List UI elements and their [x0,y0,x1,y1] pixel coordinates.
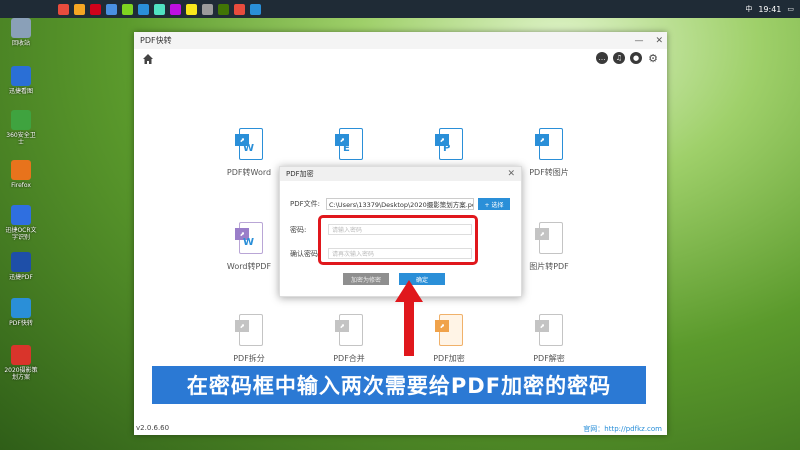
pdf-document-icon: ⬈ [535,128,563,162]
dialog-title: PDF加密 [286,170,314,178]
toolbar: … ♫ ● ⚙ [134,49,667,69]
ime-indicator[interactable]: 中 [745,4,752,14]
tool-tile[interactable]: ⬈ PDF解密 [514,314,584,364]
desktop-icon[interactable]: Firefox [4,160,38,189]
tool-tile[interactable]: ⬈ PDF转图片 [514,128,584,178]
desktop-icon[interactable]: 迅捷PDF [4,252,38,281]
tool-tile[interactable]: ⬈ PDF拆分 [214,314,284,364]
app-icon[interactable] [90,3,101,15]
desktop-icon-label: 2020摄影策划方案 [4,367,38,381]
app-icon[interactable] [250,3,261,15]
desktop-app-icon [11,110,31,130]
desktop-icon-label: 迅捷PDF [9,274,33,281]
pdf-document-icon: ⬈ [435,314,463,348]
desktop-icon-label: 迅捷看图 [8,88,33,95]
app-icon[interactable] [122,3,133,15]
app-icon[interactable] [74,3,85,15]
tool-tile[interactable]: ⬈ PDF合并 [314,314,384,364]
close-button[interactable]: ✕ [655,36,663,46]
desktop-icon-label: PDF快转 [9,320,33,327]
tool-tile[interactable]: ⬈ P [414,128,484,167]
tool-tile[interactable]: ⬈ 图片转PDF [514,222,584,272]
pdf-document-icon: ⬈ P [435,128,463,162]
dialog-title-bar: PDF加密 ✕ [280,167,521,181]
desktop-app-icon [11,345,31,365]
app-icon[interactable] [154,3,165,15]
app-icon[interactable] [58,3,69,15]
tile-letter: W [243,237,255,248]
gear-icon[interactable]: ⚙ [647,52,659,65]
taskbar: 中 19:41 ▭ [0,0,800,18]
desktop-app-icon [11,205,31,225]
file-label: PDF文件: [290,200,320,208]
desktop-icon[interactable]: 迅捷OCR文字识别 [4,205,38,241]
app-icon[interactable] [234,3,245,15]
tool-tile[interactable]: ⬈ E [314,128,384,167]
user-icon[interactable]: ● [630,52,642,64]
desktop-icon[interactable]: 360安全卫士 [4,110,38,146]
tool-tile[interactable]: ⬈ W Word转PDF [214,222,284,272]
chat-icon[interactable]: … [596,52,608,64]
pdf-document-icon: ⬈ W [235,128,263,162]
headset-icon[interactable]: ♫ [613,52,625,64]
desktop-icon-label: 迅捷OCR文字识别 [5,227,37,241]
tool-tile[interactable]: ⬈ W PDF转Word [214,128,284,178]
desktop-icon-label: Firefox [11,182,31,189]
secondary-button[interactable]: 加密为修密 [343,273,389,285]
desktop-app-icon [11,252,31,272]
caption-banner: 在密码框中输入两次需要给PDF加密的密码 [152,366,646,404]
tool-tile-label: PDF拆分 [233,354,265,363]
pdf-document-icon: ⬈ [335,314,363,348]
app-icon[interactable] [170,3,181,15]
desktop-icon[interactable]: 2020摄影策划方案 [4,345,38,381]
tool-tile-label: PDF转Word [226,168,272,177]
tool-tile[interactable]: ⬈ PDF加密 [414,314,484,364]
clock[interactable]: 19:41 [758,5,781,14]
app-icon[interactable] [218,3,229,15]
window-title: PDF快转 [140,36,172,45]
pdf-document-icon: ⬈ [235,314,263,348]
home-icon[interactable] [142,53,154,65]
pdf-document-icon: ⬈ E [335,128,363,162]
tool-tile-label: PDF转图片 [529,168,569,177]
app-icon[interactable] [186,3,197,15]
desktop-app-icon [11,66,31,86]
tool-tile-label: 图片转PDF [529,262,569,271]
choose-file-button[interactable]: + 选择 [478,198,510,210]
title-bar: PDF快转 — ✕ [134,32,667,49]
pdf-document-icon: ⬈ [535,314,563,348]
tool-tile-label: PDF加密 [433,354,465,363]
desktop-icon-label: 回收站 [11,40,30,47]
notification-icon[interactable]: ▭ [787,5,794,13]
red-arrow-icon [395,280,423,356]
system-tray: 中 19:41 ▭ [745,0,794,18]
desktop-icon[interactable]: 迅捷看图 [4,66,38,95]
tile-letter: W [243,143,255,154]
pdf-document-icon: ⬈ [535,222,563,256]
tool-tile-label: Word转PDF [226,262,272,271]
desktop-icon-label: 360安全卫士 [6,132,36,146]
version-label: v2.0.6.60 [136,424,170,432]
desktop-app-icon [11,18,31,38]
tile-letter: P [443,143,451,154]
app-icon[interactable] [138,3,149,15]
app-icon[interactable] [202,3,213,15]
taskbar-apps [58,3,261,15]
tile-letter: E [343,143,350,154]
app-icon[interactable] [106,3,117,15]
pdf-document-icon: ⬈ W [235,222,263,256]
desktop-icon[interactable]: 回收站 [4,18,38,47]
desktop-app-icon [11,160,31,180]
desktop-icon[interactable]: PDF快转 [4,298,38,327]
website-link[interactable]: 官网：http://pdfkz.com [583,424,662,434]
file-path-field[interactable]: C:\Users\13379\Desktop\2020摄影策划方案.pdf [326,198,474,210]
highlight-box [318,215,478,265]
minimize-button[interactable]: — [634,36,643,46]
dialog-close-icon[interactable]: ✕ [507,169,515,179]
tool-tile-label: PDF解密 [533,354,565,363]
desktop-app-icon [11,298,31,318]
tool-tile-label: PDF合并 [333,354,365,363]
